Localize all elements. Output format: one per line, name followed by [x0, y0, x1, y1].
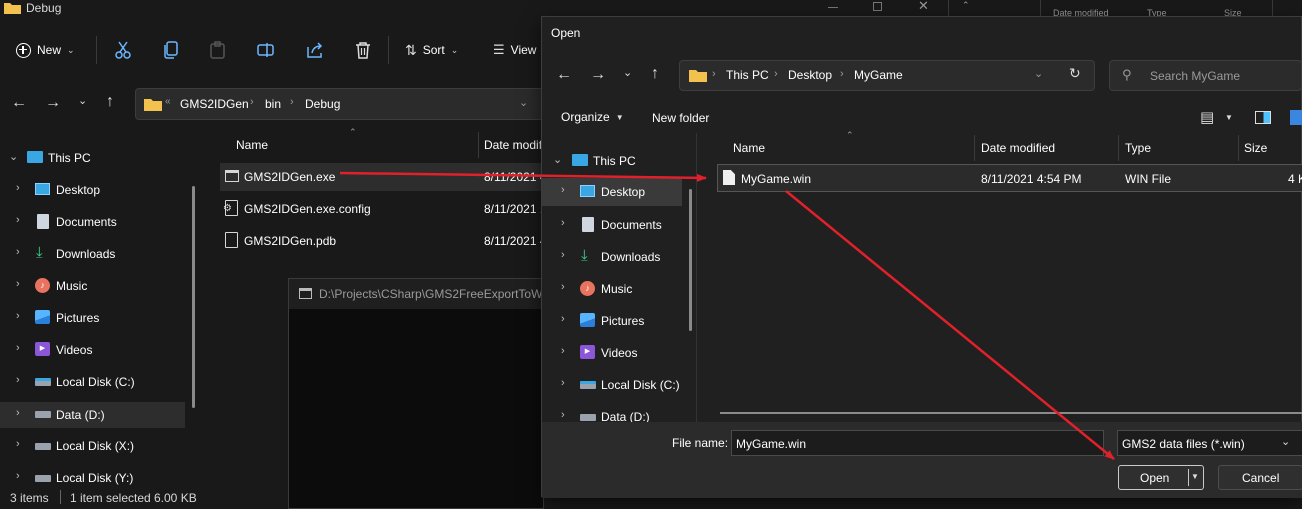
annotation-arrows [339, 171, 1115, 460]
annotation-arrow [785, 190, 1115, 460]
annotation-arrow [339, 171, 707, 182]
